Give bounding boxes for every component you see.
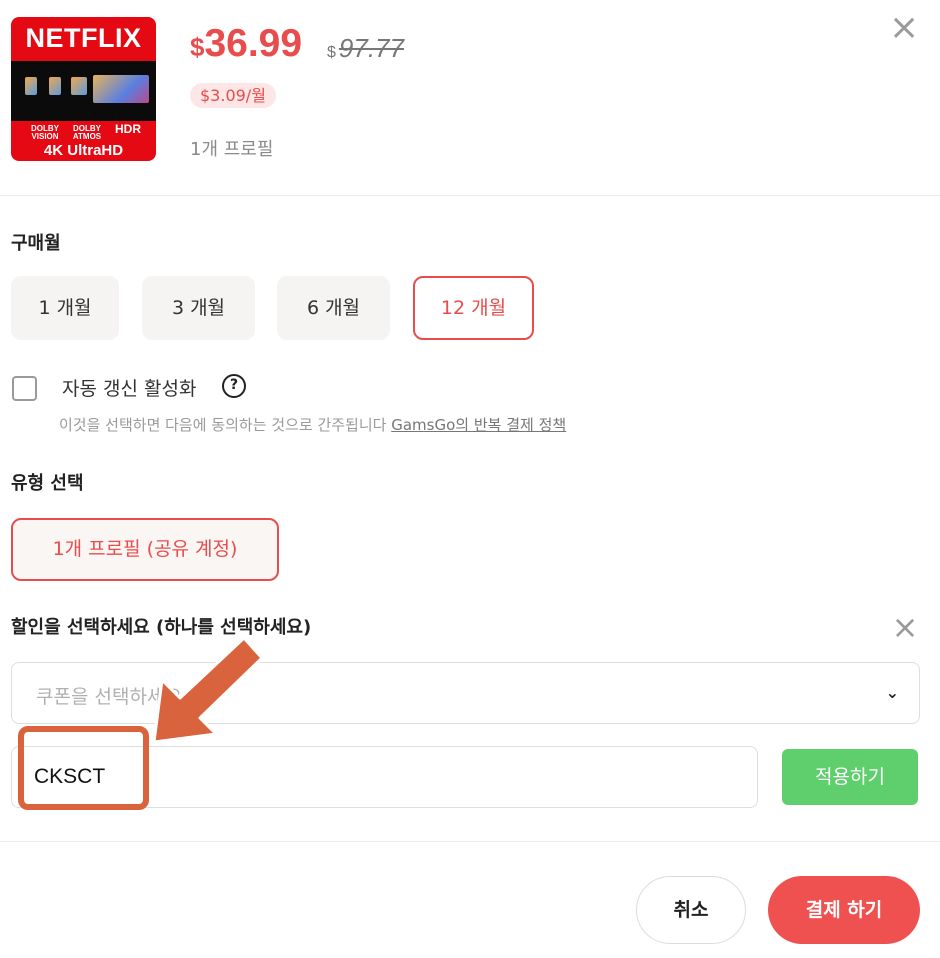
question-circle-icon[interactable]: ?: [222, 374, 246, 398]
footer-divider: [0, 841, 940, 842]
profile-count: 1개 프로필: [190, 139, 274, 160]
original-price-currency: $: [327, 44, 336, 61]
purchase-month-title: 구매월: [11, 233, 61, 254]
format-dolby-vision: DOLBY VISION: [31, 124, 59, 141]
apply-coupon-button[interactable]: 적용하기: [782, 749, 918, 805]
cancel-button[interactable]: 취소: [636, 876, 746, 944]
auto-renew-checkbox[interactable]: [12, 376, 37, 401]
month-option-6[interactable]: 6 개월: [277, 276, 390, 340]
device-screens-image: [11, 61, 156, 121]
price-value: 36.99: [204, 22, 303, 65]
close-icon[interactable]: ×: [889, 10, 919, 46]
current-price: $36.99: [190, 22, 302, 69]
type-title: 유형 선택: [11, 473, 84, 494]
notice-text: 이것을 선택하면 다음에 동의하는 것으로 간주됩니다: [59, 416, 387, 434]
product-thumbnail: NETFLIX DOLBY VISION DOLBY ATMOS HDR 4K …: [11, 17, 156, 161]
month-option-1[interactable]: 1 개월: [11, 276, 119, 340]
original-price-value: 97.77: [338, 33, 404, 63]
annotation-highlight-box: [18, 726, 149, 810]
price-currency: $: [190, 32, 205, 62]
type-option-shared-profile[interactable]: 1개 프로필 (공유 계정): [11, 518, 279, 581]
auto-renew-label: 자동 갱신 활성화: [62, 378, 197, 400]
device-screen: [25, 77, 37, 95]
device-screen: [49, 77, 61, 95]
format-hdr: HDR: [115, 122, 141, 136]
pay-button[interactable]: 결제 하기: [768, 876, 920, 944]
original-price: $97.77: [327, 33, 404, 64]
monthly-price-badge: $3.09/월: [190, 83, 276, 108]
annotation-arrow-icon: [152, 636, 264, 744]
device-screen: [71, 77, 87, 95]
chevron-down-icon: ⌄: [885, 683, 899, 702]
month-option-3[interactable]: 3 개월: [142, 276, 255, 340]
format-dolby-atmos: DOLBY ATMOS: [72, 124, 102, 141]
tv-screen: [93, 75, 149, 103]
header-divider: [0, 195, 940, 196]
month-option-12[interactable]: 12 개월: [413, 276, 534, 340]
netflix-logo: NETFLIX: [25, 23, 142, 53]
close-icon[interactable]: ×: [891, 611, 919, 643]
auto-renew-notice: 이것을 선택하면 다음에 동의하는 것으로 간주됩니다 GamsGo의 반복 결…: [59, 414, 566, 435]
recurring-payment-policy-link[interactable]: GamsGo의 반복 결제 정책: [391, 416, 566, 434]
resolution-label: 4K UltraHD: [43, 142, 124, 159]
